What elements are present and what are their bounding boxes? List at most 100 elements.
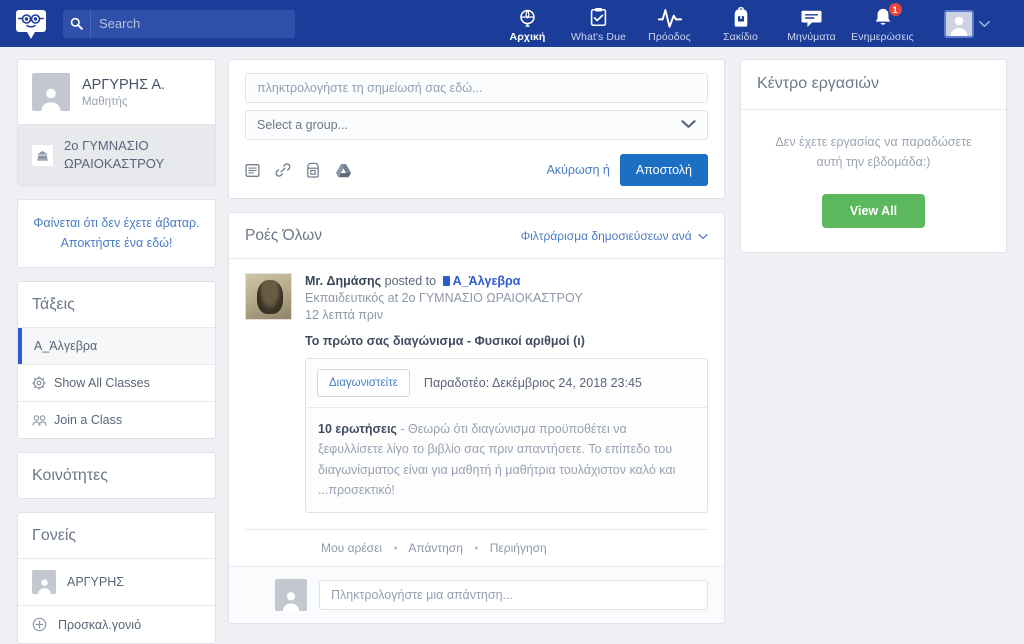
assignment-center-title: Κέντρο εργασιών	[741, 60, 1006, 110]
communities-card[interactable]: Κοινότητες	[17, 452, 216, 500]
composer-actions: Ακύρωση ή Αποστολή	[245, 154, 708, 186]
search-icon	[70, 17, 83, 30]
cancel-link[interactable]: Ακύρωση ή	[546, 163, 609, 177]
school-name: 2ο ΓΥΜΝΑΣΙΟ ΩΡΑΙΟΚΑΣΤΡΟΥ	[64, 138, 165, 172]
nav-item-home[interactable]: Αρχική	[492, 0, 563, 47]
left-sidebar: ΑΡΓΥΡΗΣ Α. Μαθητής 2ο ΓΥΜΝΑΣΙΟ ΩΡΑΙΟΚΑΣΤ…	[0, 47, 228, 644]
nav-item-progress[interactable]: Πρόοδος	[634, 0, 705, 47]
profile-text: ΑΡΓΥΡΗΣ Α. Μαθητής	[82, 76, 165, 108]
post-action-browse[interactable]: Περιήγηση	[490, 541, 547, 555]
post-header: Mr. Δημάσης posted to Α_Άλγεβρα Εκπαιδευ…	[245, 273, 708, 322]
main-column: Select a group...	[228, 47, 725, 624]
group-select-label: Select a group...	[257, 118, 349, 132]
classes-title: Τάξεις	[32, 296, 75, 314]
post-timestamp: 12 λεπτά πριν	[305, 308, 384, 322]
user-avatar-icon	[32, 73, 70, 111]
nav-label-backpack: Σακίδιο	[723, 31, 758, 43]
user-avatar-icon	[275, 579, 307, 611]
post-reply-row	[229, 566, 724, 623]
group-color-dot	[442, 276, 450, 286]
post-composer: Select a group...	[229, 60, 724, 198]
school-icon	[32, 144, 53, 166]
bell-icon: 1	[873, 2, 903, 28]
edmodo-logo[interactable]	[0, 0, 62, 47]
quiz-top-row: Διαγωνιστείτε Παραδοτέο: Δεκέμβριος 24, …	[306, 359, 707, 408]
parents-card: Γονείς ΑΡΓΥΡΗΣ Προσκαλ.γονιό	[17, 512, 216, 644]
pulse-icon	[657, 7, 682, 28]
reply-input[interactable]	[319, 580, 708, 610]
action-separator: •	[393, 541, 398, 555]
nav-item-whats-due[interactable]: What's Due	[563, 0, 634, 47]
chevron-down-icon	[979, 16, 990, 31]
quiz-title: Το πρώτο σας διαγώνισμα - Φυσικοί αριθμο…	[305, 334, 585, 348]
sidebar-item-invite-parent[interactable]: Προσκαλ.γονιό	[18, 605, 215, 643]
feed-filter-label: Φιλτράρισμα δημοσιεύσεων ανά	[520, 229, 692, 243]
post-meta: Mr. Δημάσης posted to Α_Άλγεβρα Εκπαιδευ…	[305, 273, 583, 322]
avatar-prompt-line2: Αποκτήστε ένα εδώ!	[60, 235, 173, 250]
parents-title: Γονείς	[32, 527, 77, 545]
nav-item-messages[interactable]: Μηνύματα	[776, 0, 847, 47]
post-author-line: Mr. Δημάσης posted to Α_Άλγεβρα	[305, 274, 583, 288]
quiz-description: 10 ερωτήσεις - Θεωρώ ότι διαγώνισμα προϋ…	[306, 408, 707, 512]
post-author[interactable]: Mr. Δημάσης	[305, 274, 381, 288]
assignment-center-body: Δεν έχετε εργασίας να παραδώσετε αυτή τη…	[741, 110, 1006, 252]
nav-items: Αρχική What's Due Πρόοδος Σακίδιο Μηνύμα…	[492, 0, 918, 47]
plus-circle-icon	[32, 617, 52, 632]
assignment-center-card: Κέντρο εργασιών Δεν έχετε εργασίας να πα…	[740, 59, 1007, 253]
post-body: Το πρώτο σας διαγώνισμα - Φυσικοί αριθμο…	[305, 334, 708, 517]
page-body: ΑΡΓΥΡΗΣ Α. Μαθητής 2ο ΓΥΜΝΑΣΙΟ ΩΡΑΙΟΚΑΣΤ…	[0, 47, 1024, 644]
action-separator: •	[474, 541, 479, 555]
quiz-question-count: 10 ερωτήσεις	[318, 422, 397, 436]
gear-icon	[32, 376, 52, 390]
feed-post: Mr. Δημάσης posted to Α_Άλγεβρα Εκπαιδευ…	[229, 259, 724, 566]
quiz-due-date: Παραδοτέο: Δεκέμβριος 24, 2018 23:45	[423, 376, 642, 390]
profile-role: Μαθητής	[82, 96, 128, 109]
sidebar-item-class-algebra[interactable]: Α_Άλγεβρα	[18, 327, 215, 365]
search-input[interactable]	[91, 9, 295, 38]
post-composer-card: Select a group...	[228, 59, 725, 199]
communities-title: Κοινότητες	[32, 467, 108, 485]
note-icon[interactable]	[245, 163, 260, 178]
sidebar-item-show-all-classes[interactable]: Show All Classes	[18, 364, 215, 401]
attachment-icons	[245, 162, 352, 178]
sidebar-item-parent[interactable]: ΑΡΓΥΡΗΣ	[18, 558, 215, 605]
google-drive-icon[interactable]	[335, 163, 352, 178]
group-select[interactable]: Select a group...	[245, 110, 708, 140]
avatar-prompt[interactable]: Φαίνεται ότι δεν έχετε άβαταρ. Αποκτήστε…	[18, 200, 215, 267]
people-icon	[32, 414, 52, 427]
quiz-box: Διαγωνιστείτε Παραδοτέο: Δεκέμβριος 24, …	[305, 358, 708, 513]
avatar-prompt-card[interactable]: Φαίνεται ότι δεν έχετε άβαταρ. Αποκτήστε…	[17, 199, 216, 269]
home-icon	[517, 7, 538, 28]
teacher-photo-avatar[interactable]	[245, 273, 292, 320]
right-sidebar: Κέντρο εργασιών Δεν έχετε εργασίας να πα…	[725, 47, 1024, 604]
link-icon[interactable]	[275, 162, 291, 178]
post-action-like[interactable]: Μου αρέσει	[321, 541, 382, 555]
assignment-empty-text: Δεν έχετε εργασίας να παραδώσετε αυτή τη…	[775, 135, 972, 169]
search-box[interactable]	[63, 9, 295, 38]
post-action-reply[interactable]: Απάντηση	[408, 541, 463, 555]
avatar-prompt-line1: Φαίνεται ότι δεν έχετε άβαταρ.	[33, 216, 200, 231]
chat-bubble-icon	[801, 7, 822, 28]
nav-item-backpack[interactable]: Σακίδιο	[705, 0, 776, 47]
user-menu[interactable]	[944, 9, 990, 38]
chevron-down-icon	[695, 229, 708, 243]
user-avatar-icon	[944, 9, 974, 38]
user-avatar-icon	[32, 570, 56, 595]
view-all-button[interactable]: View All	[821, 194, 926, 228]
note-input[interactable]	[245, 73, 708, 103]
notification-badge: 1	[887, 2, 903, 17]
sidebar-item-label: Α_Άλγεβρα	[34, 339, 98, 354]
sidebar-item-join-a-class[interactable]: Join a Class	[18, 401, 215, 438]
profile-card: ΑΡΓΥΡΗΣ Α. Μαθητής 2ο ΓΥΜΝΑΣΙΟ ΩΡΑΙΟΚΑΣΤ…	[17, 59, 216, 187]
profile-row[interactable]: ΑΡΓΥΡΗΣ Α. Μαθητής	[18, 60, 215, 124]
sidebar-item-label: ΑΡΓΥΡΗΣ	[67, 575, 124, 590]
send-button[interactable]: Αποστολή	[619, 154, 708, 186]
nav-item-notifications[interactable]: 1 Ενημερώσεις	[847, 0, 918, 47]
feed-header: Ροές Όλων Φιλτράρισμα δημοσιεύσεων ανά	[229, 213, 724, 259]
post-group-link[interactable]: Α_Άλγεβρα	[453, 274, 521, 288]
nav-label-home: Αρχική	[509, 31, 546, 43]
backpack-icon[interactable]	[306, 162, 320, 178]
take-quiz-button[interactable]: Διαγωνιστείτε	[317, 369, 410, 397]
sidebar-school-item[interactable]: 2ο ΓΥΜΝΑΣΙΟ ΩΡΑΙΟΚΑΣΤΡΟΥ	[18, 124, 215, 186]
feed-filter-dropdown[interactable]: Φιλτράρισμα δημοσιεύσεων ανά	[521, 229, 708, 243]
